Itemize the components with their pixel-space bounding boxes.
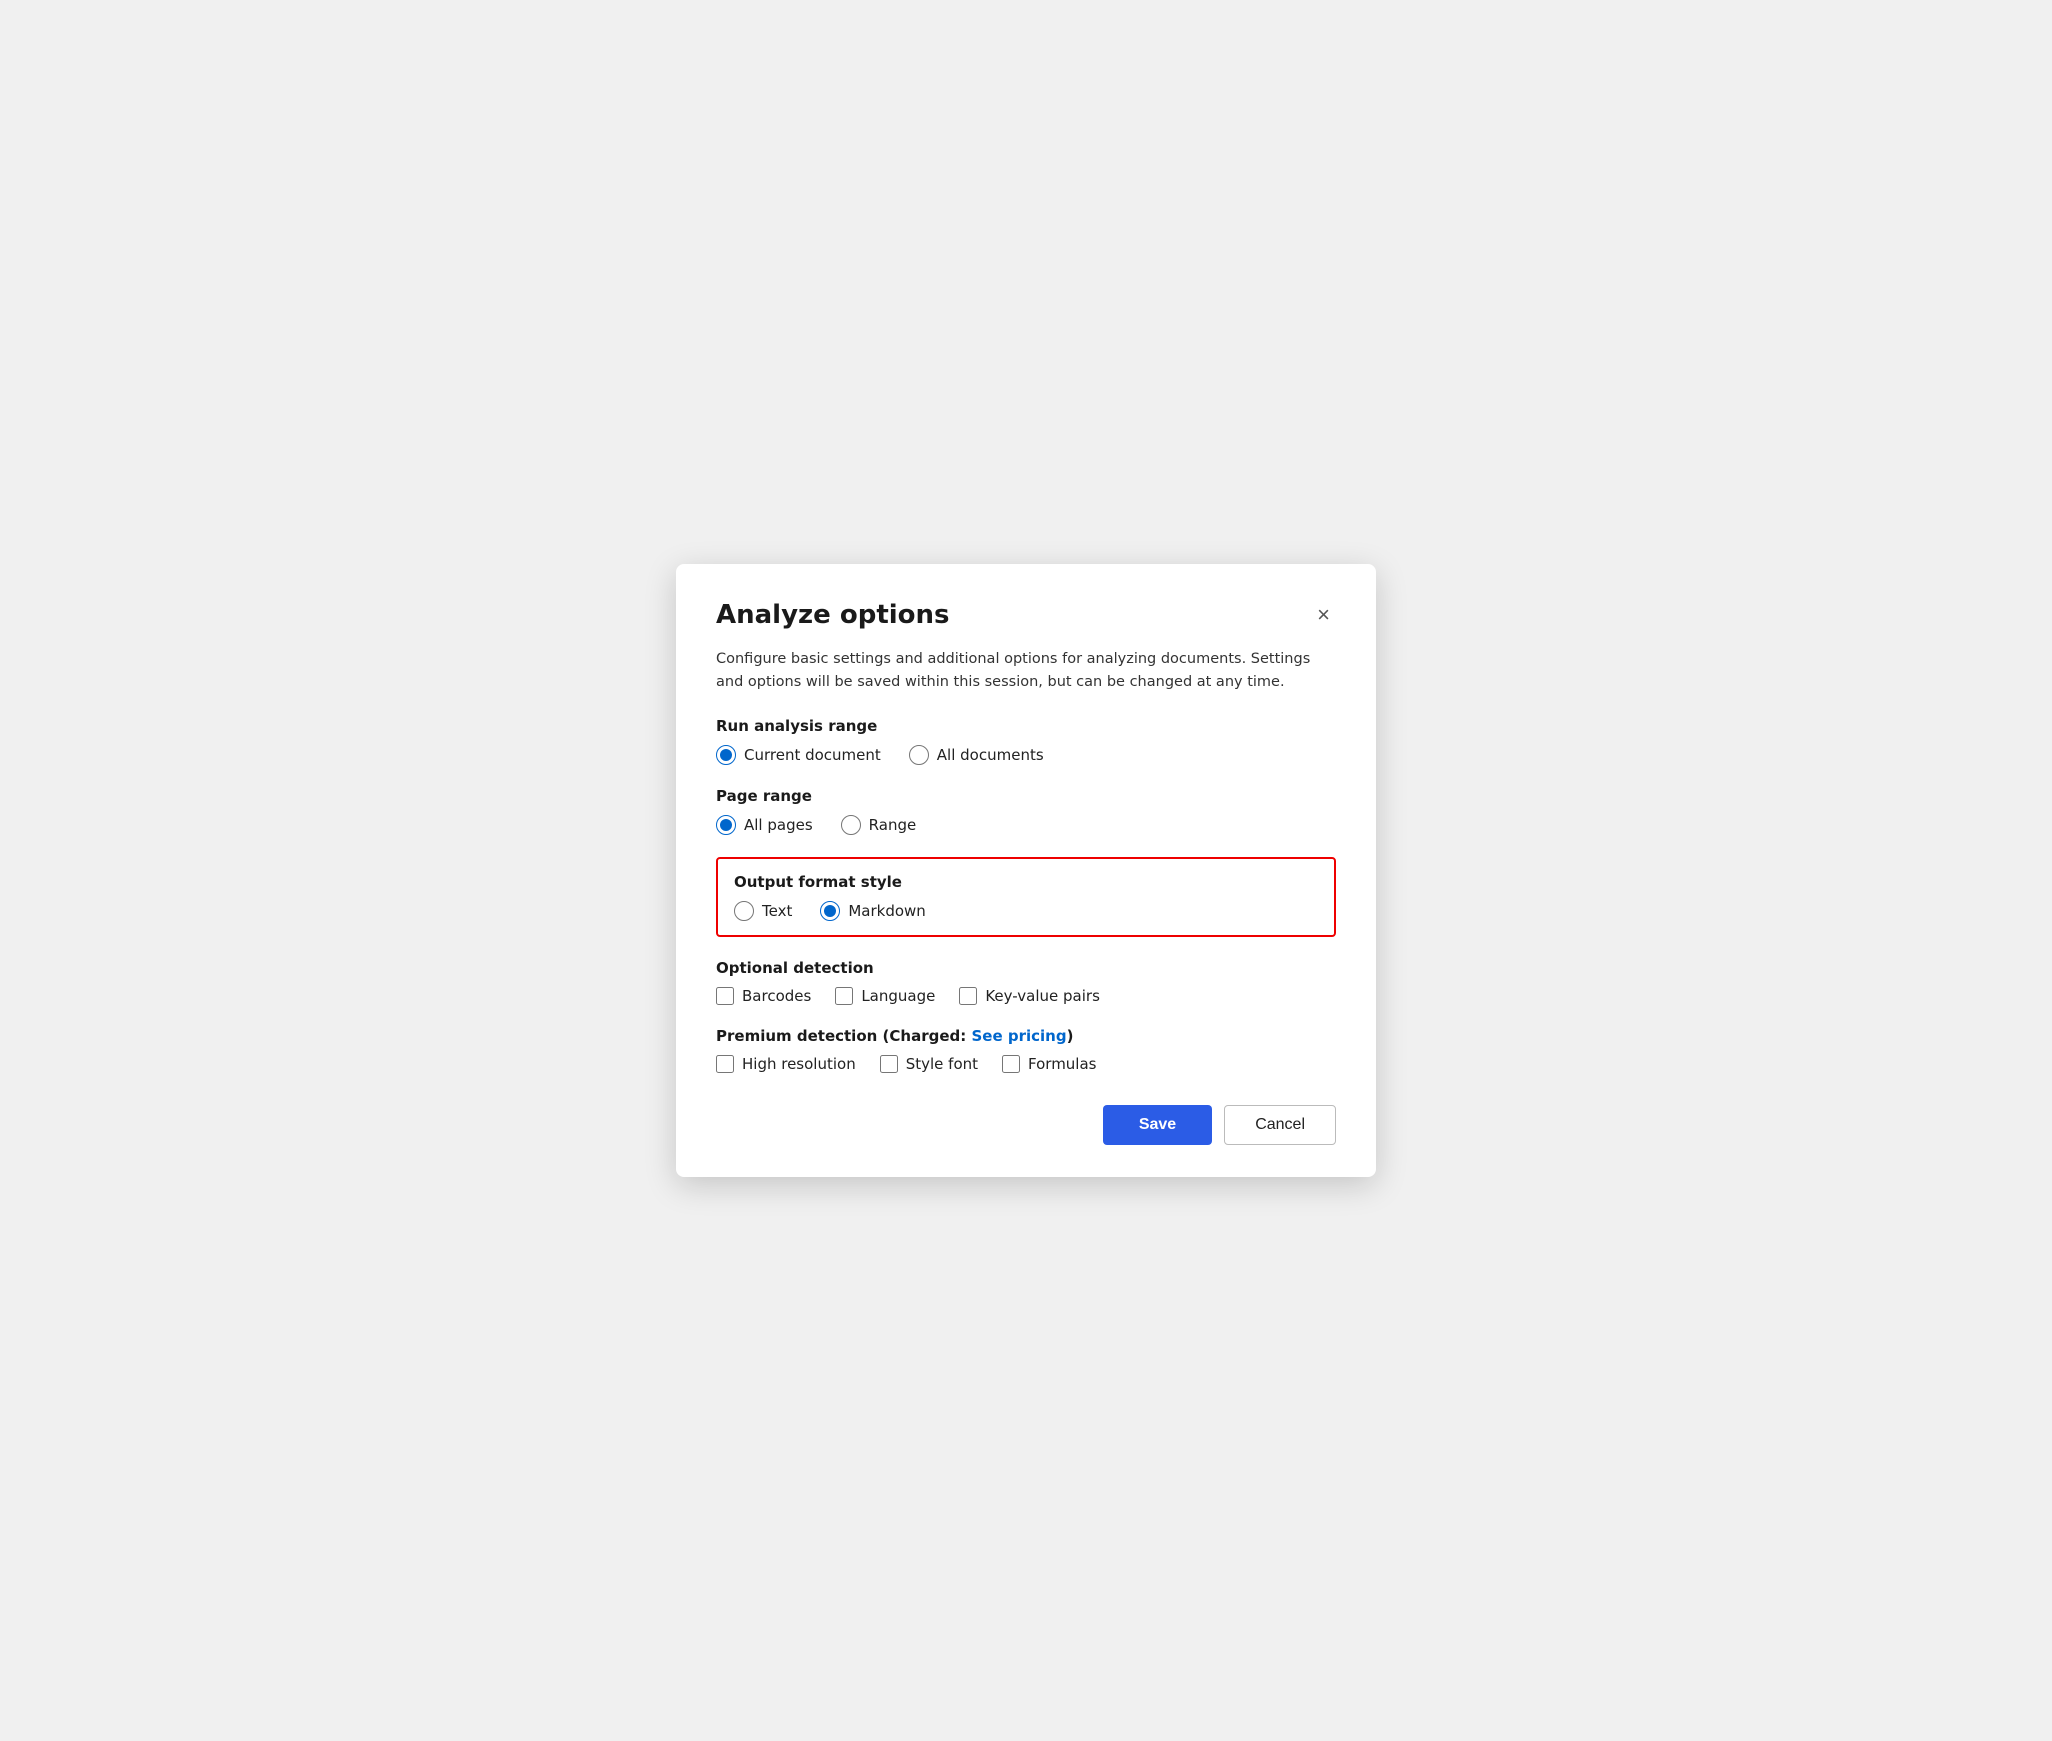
page-range-group: All pages Range (716, 815, 1336, 835)
page-range-label: Page range (716, 787, 1336, 805)
premium-detection-label: Premium detection (Charged: See pricing) (716, 1027, 1336, 1045)
radio-current-document-label: Current document (744, 746, 881, 764)
checkbox-style-font-label: Style font (906, 1055, 978, 1073)
run-analysis-range-group: Current document All documents (716, 745, 1336, 765)
premium-detection-end: ) (1067, 1027, 1074, 1045)
radio-text[interactable]: Text (734, 901, 792, 921)
premium-detection-group: High resolution Style font Formulas (716, 1055, 1336, 1073)
checkbox-formulas-input[interactable] (1002, 1055, 1020, 1073)
radio-all-documents-label: All documents (937, 746, 1044, 764)
analyze-options-dialog: Analyze options × Configure basic settin… (676, 564, 1376, 1177)
checkbox-formulas-label: Formulas (1028, 1055, 1096, 1073)
run-analysis-range-section: Run analysis range Current document All … (716, 717, 1336, 765)
checkbox-key-value-pairs-input[interactable] (959, 987, 977, 1005)
radio-range-input[interactable] (841, 815, 861, 835)
radio-all-documents-input[interactable] (909, 745, 929, 765)
see-pricing-link[interactable]: See pricing (971, 1027, 1066, 1045)
dialog-description: Configure basic settings and additional … (716, 648, 1336, 693)
radio-markdown-label: Markdown (848, 902, 925, 920)
radio-all-pages-input[interactable] (716, 815, 736, 835)
premium-detection-section: Premium detection (Charged: See pricing)… (716, 1027, 1336, 1073)
radio-current-document-input[interactable] (716, 745, 736, 765)
dialog-header: Analyze options × (716, 600, 1336, 630)
optional-detection-label: Optional detection (716, 959, 1336, 977)
radio-current-document[interactable]: Current document (716, 745, 881, 765)
checkbox-language[interactable]: Language (835, 987, 935, 1005)
checkbox-key-value-pairs[interactable]: Key-value pairs (959, 987, 1100, 1005)
checkbox-barcodes-label: Barcodes (742, 987, 811, 1005)
output-format-section: Output format style Text Markdown (716, 857, 1336, 937)
premium-detection-text: Premium detection (Charged: (716, 1027, 971, 1045)
run-analysis-range-label: Run analysis range (716, 717, 1336, 735)
checkbox-barcodes-input[interactable] (716, 987, 734, 1005)
radio-all-pages-label: All pages (744, 816, 813, 834)
checkbox-high-resolution-label: High resolution (742, 1055, 856, 1073)
output-format-group: Text Markdown (734, 901, 1318, 921)
radio-range-label: Range (869, 816, 917, 834)
checkbox-key-value-pairs-label: Key-value pairs (985, 987, 1100, 1005)
checkbox-high-resolution[interactable]: High resolution (716, 1055, 856, 1073)
checkbox-formulas[interactable]: Formulas (1002, 1055, 1096, 1073)
optional-detection-section: Optional detection Barcodes Language Key… (716, 959, 1336, 1005)
dialog-footer: Save Cancel (716, 1105, 1336, 1145)
radio-range[interactable]: Range (841, 815, 917, 835)
radio-text-input[interactable] (734, 901, 754, 921)
optional-detection-group: Barcodes Language Key-value pairs (716, 987, 1336, 1005)
checkbox-style-font[interactable]: Style font (880, 1055, 978, 1073)
checkbox-language-input[interactable] (835, 987, 853, 1005)
checkbox-style-font-input[interactable] (880, 1055, 898, 1073)
page-range-section: Page range All pages Range (716, 787, 1336, 835)
save-button[interactable]: Save (1103, 1105, 1212, 1145)
cancel-button[interactable]: Cancel (1224, 1105, 1336, 1145)
radio-markdown-input[interactable] (820, 901, 840, 921)
radio-markdown[interactable]: Markdown (820, 901, 925, 921)
checkbox-barcodes[interactable]: Barcodes (716, 987, 811, 1005)
dialog-title: Analyze options (716, 600, 950, 630)
checkbox-high-resolution-input[interactable] (716, 1055, 734, 1073)
radio-all-pages[interactable]: All pages (716, 815, 813, 835)
radio-text-label: Text (762, 902, 792, 920)
close-button[interactable]: × (1311, 600, 1336, 630)
output-format-label: Output format style (734, 873, 1318, 891)
radio-all-documents[interactable]: All documents (909, 745, 1044, 765)
checkbox-language-label: Language (861, 987, 935, 1005)
